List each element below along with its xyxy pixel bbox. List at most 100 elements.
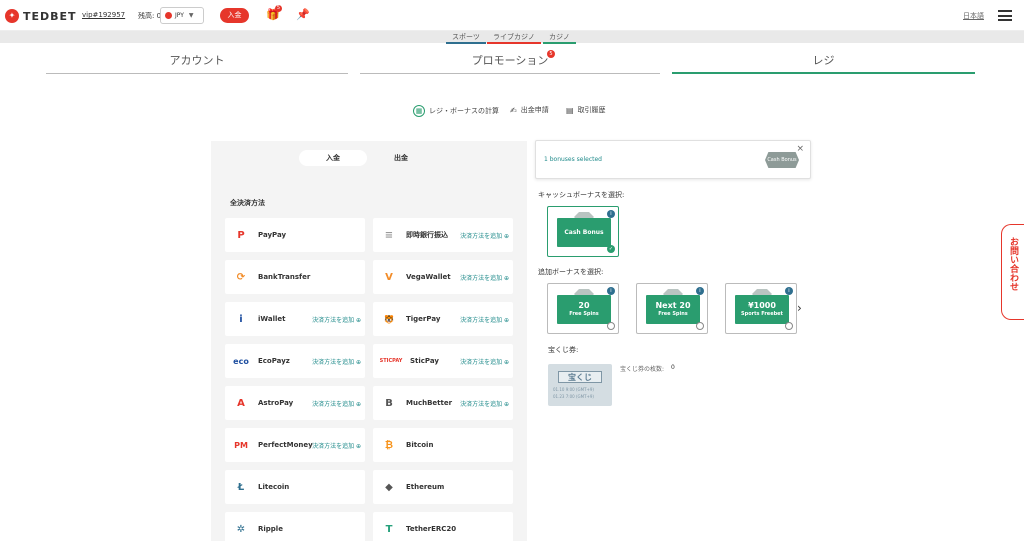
subnav-casino[interactable]: カジノ bbox=[543, 32, 576, 44]
payment-logo-icon: Ł bbox=[237, 481, 245, 493]
payment-method-name: iWallet bbox=[258, 315, 286, 323]
tab-account[interactable]: アカウント bbox=[46, 52, 348, 74]
category-subnav: スポーツ ライブカジノ カジノ bbox=[0, 31, 1024, 44]
payment-logo-icon: ₿ bbox=[384, 439, 394, 451]
add-payment-method-link[interactable]: 決済方法を追加 ⊕ bbox=[460, 273, 509, 282]
bonus-selected-text: 1 bonuses selected bbox=[544, 156, 602, 163]
payment-logo-icon: T bbox=[385, 523, 393, 535]
payment-method-card[interactable]: ≡ 即時銀行振込 決済方法を追加 ⊕ bbox=[373, 218, 513, 252]
toggle-deposit[interactable]: 入金 bbox=[299, 150, 367, 166]
cash-bonus-mini-badge: Cash Bonus bbox=[765, 152, 799, 168]
payment-method-name: Ethereum bbox=[406, 483, 445, 491]
logo-text: TEDBET bbox=[23, 9, 77, 23]
chevron-down-icon: ▼ bbox=[188, 12, 194, 19]
extra-bonus-card[interactable]: 20 Free Spins i bbox=[547, 283, 619, 334]
bonus-amount: Next 20 bbox=[655, 301, 691, 310]
payment-logo-icon: B bbox=[385, 397, 393, 409]
payment-method-card[interactable]: ₿ Bitcoin bbox=[373, 428, 513, 462]
info-icon[interactable]: i bbox=[607, 287, 615, 295]
receipt-icon: ▤ bbox=[566, 105, 574, 115]
payment-method-card[interactable]: Ł Litecoin bbox=[225, 470, 365, 504]
payment-method-card[interactable]: 🐯 TigerPay 決済方法を追加 ⊕ bbox=[373, 302, 513, 336]
currency-value: JPY bbox=[175, 12, 184, 19]
add-payment-method-link[interactable]: 決済方法を追加 ⊕ bbox=[312, 399, 361, 408]
language-link[interactable]: 日本語 bbox=[963, 11, 984, 21]
payment-method-card[interactable]: i iWallet 決済方法を追加 ⊕ bbox=[225, 302, 365, 336]
payment-logo-icon: A bbox=[237, 397, 245, 409]
radio-button[interactable] bbox=[785, 322, 793, 330]
payment-method-card[interactable]: ⟳ BankTransfer bbox=[225, 260, 365, 294]
bonus-type: Free Spins bbox=[658, 311, 688, 317]
payment-logo-icon: ≡ bbox=[384, 229, 394, 241]
payment-method-card[interactable]: P PayPay bbox=[225, 218, 365, 252]
extra-bonus-card[interactable]: ¥1000 Sports Freebet i bbox=[725, 283, 797, 334]
payment-method-name: SticPay bbox=[410, 357, 439, 365]
bonus-type: Free Spins bbox=[569, 311, 599, 317]
info-icon[interactable]: i bbox=[607, 210, 615, 218]
payment-logo-icon: ⟳ bbox=[236, 271, 246, 283]
bonus-amount: 20 bbox=[578, 301, 590, 310]
radio-button[interactable] bbox=[696, 322, 704, 330]
payment-method-name: VegaWallet bbox=[406, 273, 451, 281]
logo[interactable]: ✦ TEDBET bbox=[5, 9, 77, 23]
payment-method-name: MuchBetter bbox=[406, 399, 453, 407]
tab-cashier[interactable]: レジ bbox=[672, 52, 975, 74]
deposit-withdraw-toggle: 入金 出金 bbox=[299, 150, 435, 166]
menu-icon[interactable] bbox=[998, 10, 1012, 21]
submenu-cashier-calc[interactable]: ▦ レジ・ボーナスの計算 bbox=[413, 105, 499, 117]
info-icon[interactable]: i bbox=[785, 287, 793, 295]
add-payment-method-link[interactable]: 決済方法を追加 ⊕ bbox=[460, 315, 509, 324]
checkmark-icon[interactable]: ✓ bbox=[607, 245, 615, 253]
toggle-withdraw[interactable]: 出金 bbox=[367, 150, 435, 166]
payment-method-card[interactable]: eco EcoPayz 決済方法を追加 ⊕ bbox=[225, 344, 365, 378]
lottery-label: 宝くじ券: bbox=[548, 346, 579, 354]
payment-logo-icon: 🐯 bbox=[384, 314, 394, 324]
gift-badge: 5 bbox=[275, 5, 282, 12]
top-header: ✦ TEDBET vip#192957 残高: 0 JPY ▼ 入金 🎁 5 📌… bbox=[0, 0, 1024, 31]
logo-mark-icon: ✦ bbox=[5, 9, 19, 23]
payment-method-name: PayPay bbox=[258, 231, 287, 239]
subnav-live-casino[interactable]: ライブカジノ bbox=[487, 32, 541, 44]
payment-logo-icon: PM bbox=[234, 440, 248, 450]
payment-method-card[interactable]: V VegaWallet 決済方法を追加 ⊕ bbox=[373, 260, 513, 294]
currency-select[interactable]: JPY ▼ bbox=[160, 7, 204, 24]
bonus-ticket: 20 Free Spins bbox=[557, 295, 611, 324]
lottery-ticket: 宝くじ 01.10 9:00 (GMT+9) 01.23 7:00 (GMT+9… bbox=[548, 364, 612, 406]
contact-us-tab[interactable]: お問い合わせ bbox=[1001, 224, 1024, 320]
lottery-date-end: 01.23 7:00 (GMT+9) bbox=[553, 394, 594, 399]
info-icon[interactable]: i bbox=[696, 287, 704, 295]
payment-logo-icon: eco bbox=[233, 356, 249, 366]
bonus-ticket: ¥1000 Sports Freebet bbox=[735, 295, 789, 324]
add-payment-method-link[interactable]: 決済方法を追加 ⊕ bbox=[460, 231, 509, 240]
vip-id-link[interactable]: vip#192957 bbox=[82, 11, 125, 19]
payment-logo-icon: P bbox=[237, 229, 245, 241]
extra-bonus-card[interactable]: Next 20 Free Spins i bbox=[636, 283, 708, 334]
add-payment-method-link[interactable]: 決済方法を追加 ⊕ bbox=[312, 441, 361, 450]
balance-label: 残高: 0 bbox=[138, 12, 162, 20]
submenu-withdraw-request[interactable]: ✍ 出金申請 bbox=[510, 105, 549, 115]
lottery-count: 0 bbox=[671, 364, 675, 371]
pin-icon[interactable]: 📌 bbox=[296, 8, 310, 21]
close-icon[interactable]: × bbox=[796, 144, 804, 154]
subnav-sports[interactable]: スポーツ bbox=[446, 32, 486, 44]
bonus-ticket: Next 20 Free Spins bbox=[646, 295, 700, 324]
payment-method-card[interactable]: STICPAY SticPay 決済方法を追加 ⊕ bbox=[373, 344, 513, 378]
payment-method-card[interactable]: B MuchBetter 決済方法を追加 ⊕ bbox=[373, 386, 513, 420]
add-payment-method-link[interactable]: 決済方法を追加 ⊕ bbox=[312, 357, 361, 366]
radio-button[interactable] bbox=[607, 322, 615, 330]
payment-logo-icon: ✲ bbox=[236, 523, 246, 535]
add-payment-method-link[interactable]: 決済方法を追加 ⊕ bbox=[312, 315, 361, 324]
payment-method-card[interactable]: A AstroPay 決済方法を追加 ⊕ bbox=[225, 386, 365, 420]
section-title: 全決済方法 bbox=[230, 199, 265, 207]
lottery-title: 宝くじ bbox=[558, 371, 602, 383]
tab-promotion[interactable]: プロモーション 5 bbox=[360, 50, 660, 74]
calculator-icon: ▦ bbox=[413, 105, 425, 117]
submenu-history[interactable]: ▤ 取引履歴 bbox=[566, 105, 606, 115]
payment-method-card[interactable]: ◆ Ethereum bbox=[373, 470, 513, 504]
add-payment-method-link[interactable]: 決済方法を追加 ⊕ bbox=[460, 357, 509, 366]
payment-method-card[interactable]: PM PerfectMoney 決済方法を追加 ⊕ bbox=[225, 428, 365, 462]
chevron-right-icon[interactable]: › bbox=[797, 301, 802, 315]
cash-bonus-card[interactable]: Cash Bonus i ✓ bbox=[547, 206, 619, 257]
add-payment-method-link[interactable]: 決済方法を追加 ⊕ bbox=[460, 399, 509, 408]
deposit-button[interactable]: 入金 bbox=[220, 8, 249, 23]
